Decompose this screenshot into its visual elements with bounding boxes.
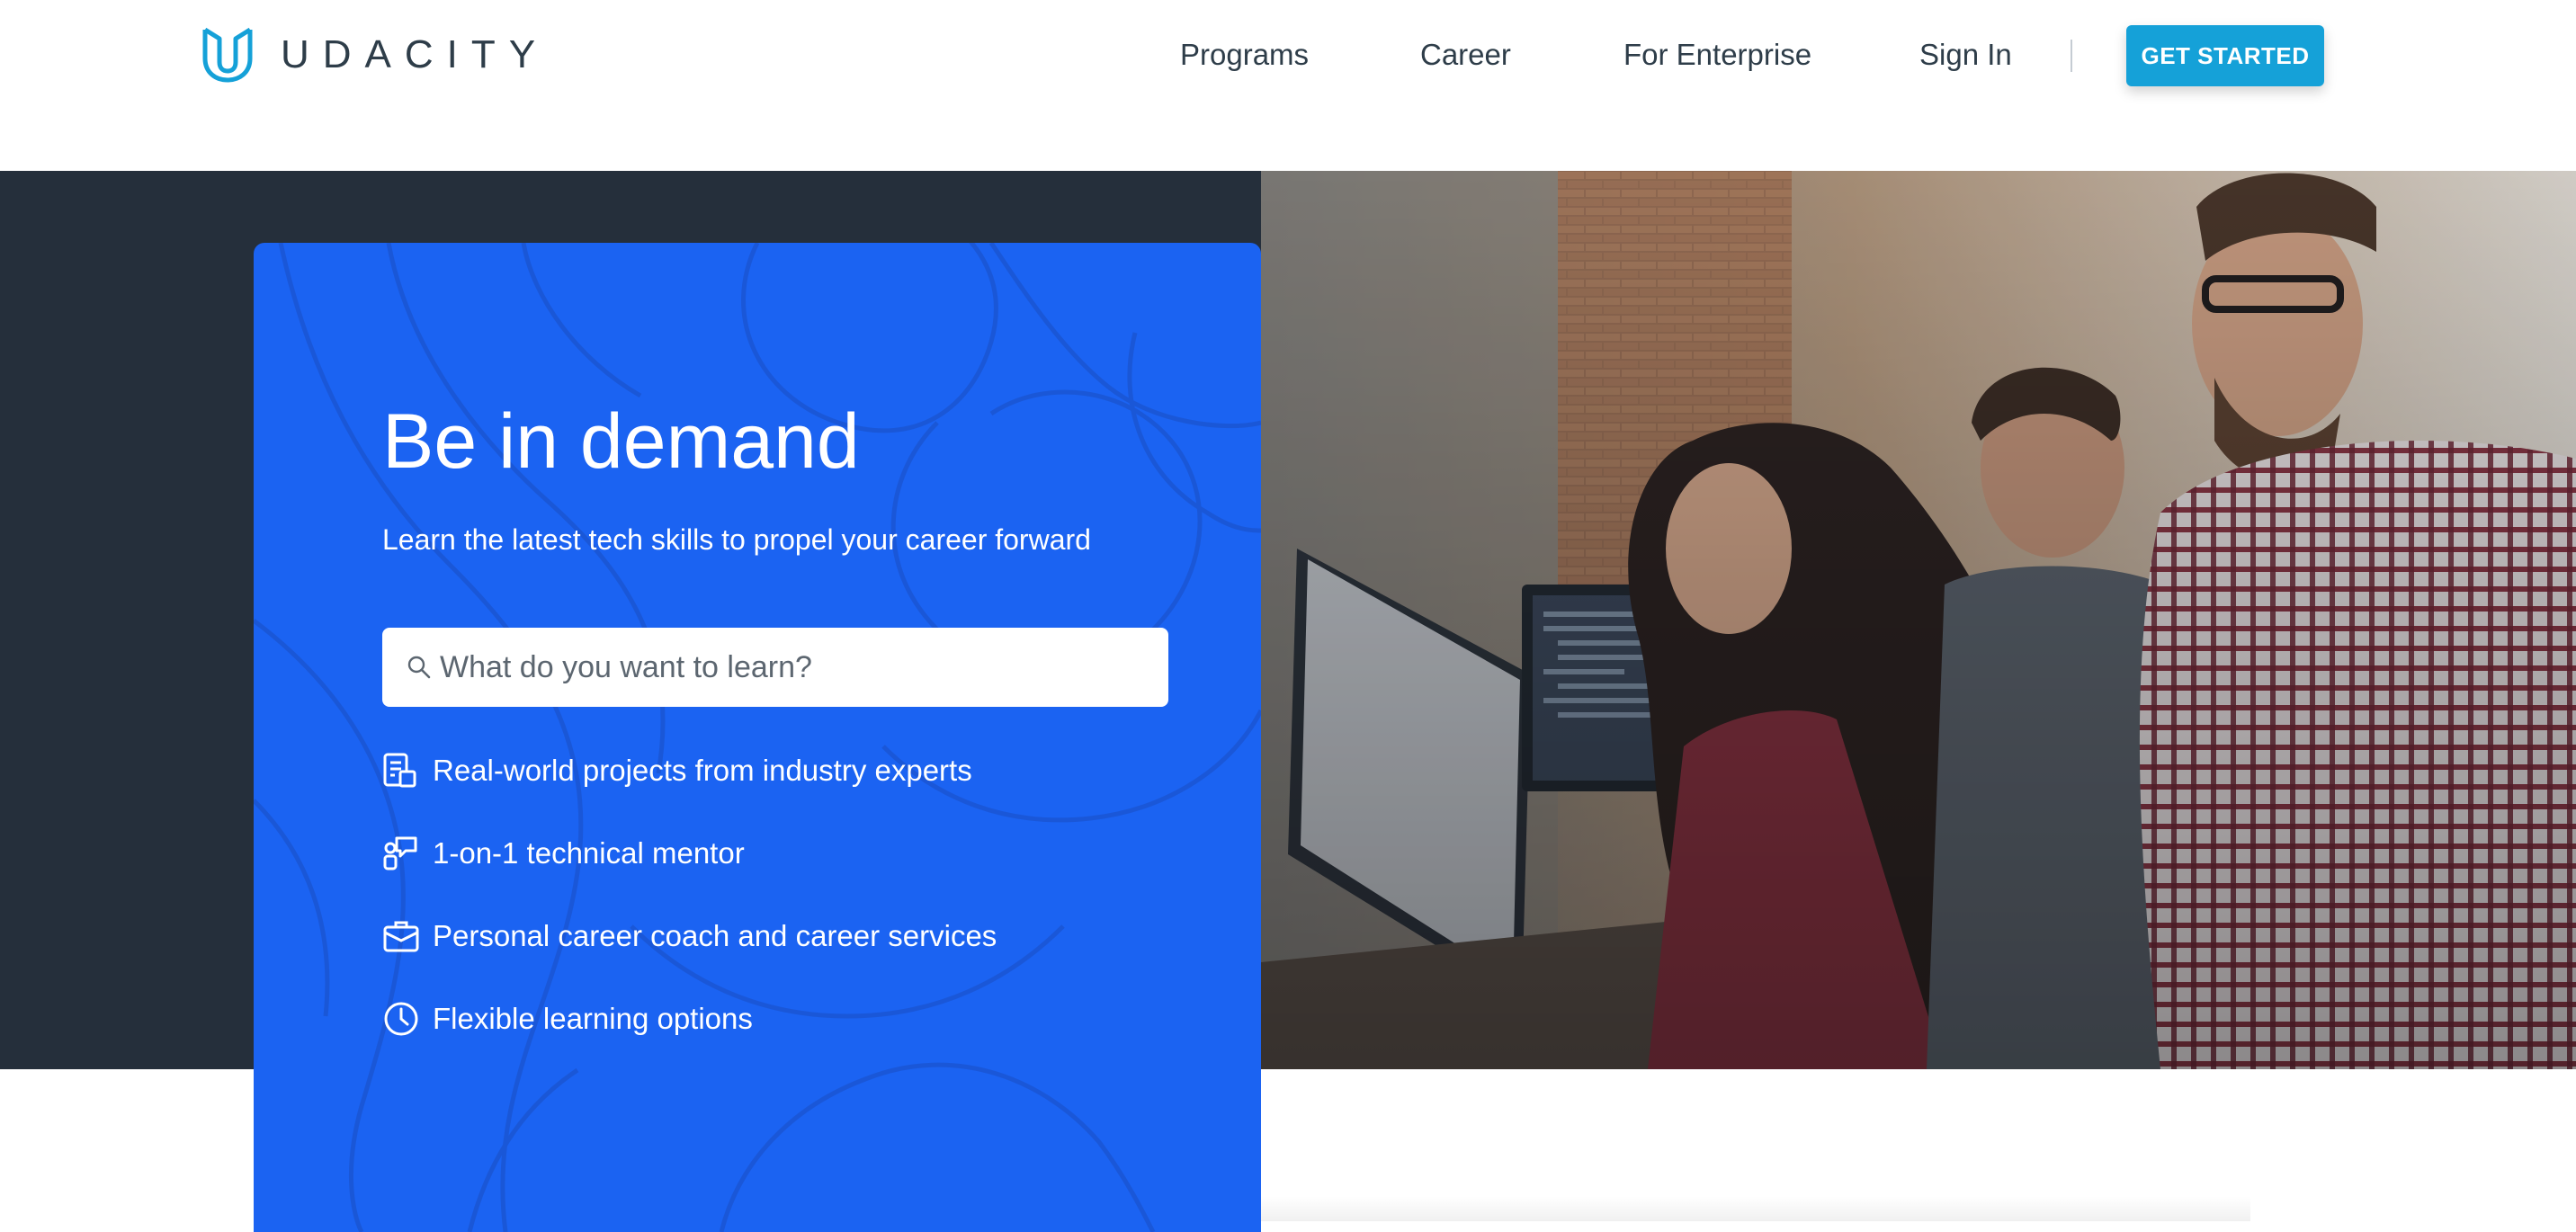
nav-link-for-enterprise[interactable]: For Enterprise [1623, 25, 1811, 85]
hero-subheadline: Learn the latest tech skills to propel y… [382, 523, 1091, 556]
clock-icon [384, 1002, 418, 1036]
feature-label: 1-on-1 technical mentor [433, 836, 745, 870]
udacity-wordmark: UDACITY [281, 32, 550, 76]
nav-link-sign-in[interactable]: Sign In [1919, 25, 2012, 85]
nav-link-programs[interactable]: Programs [1180, 25, 1309, 85]
section-shadow [1261, 1196, 2250, 1221]
nav-link-career[interactable]: Career [1420, 25, 1511, 85]
hero-photo [1261, 171, 2576, 1069]
briefcase-icon [383, 921, 419, 952]
nav-divider [2071, 40, 2072, 72]
udacity-logo[interactable]: UDACITY [200, 25, 549, 85]
hero-headline: Be in demand [382, 398, 860, 485]
search-icon [407, 656, 431, 679]
feature-label: Flexible learning options [433, 1002, 753, 1035]
feature-label: Real-world projects from industry expert… [433, 754, 972, 787]
project-icon [383, 753, 416, 788]
mentor-icon [383, 836, 417, 870]
feature-item: Personal career coach and career service… [382, 914, 997, 959]
udacity-logo-icon [202, 27, 253, 83]
get-started-button[interactable]: GET STARTED [2126, 25, 2324, 86]
office-photo-illustration [1261, 171, 2576, 1069]
top-navigation: UDACITY Programs Career For Enterprise S… [0, 0, 2576, 171]
feature-item: 1-on-1 technical mentor [382, 831, 745, 876]
search-input[interactable] [438, 640, 1140, 694]
card-line-pattern [254, 243, 1261, 1232]
course-search-box[interactable] [382, 628, 1168, 707]
feature-item: Flexible learning options [382, 996, 753, 1041]
feature-item: Real-world projects from industry expert… [382, 748, 972, 793]
feature-label: Personal career coach and career service… [433, 919, 997, 952]
hero-card: Be in demand Learn the latest tech skill… [254, 243, 1261, 1232]
